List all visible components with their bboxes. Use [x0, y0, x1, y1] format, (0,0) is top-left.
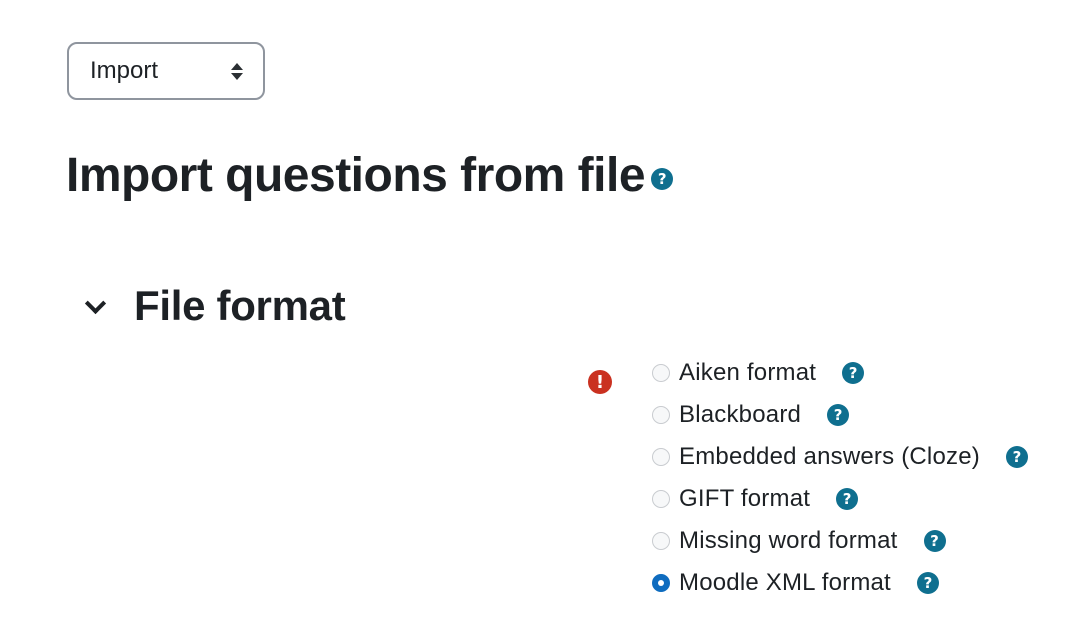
page-title-row: Import questions from file ? [66, 148, 674, 203]
question-circle-icon[interactable]: ? [1005, 446, 1028, 468]
radio-label[interactable]: Moodle XML format [679, 569, 891, 597]
question-circle-icon[interactable]: ? [916, 572, 939, 594]
file-format-radio-group: Aiken format ? Blackboard ? Embedded ans… [652, 352, 1028, 604]
radio-button[interactable] [652, 532, 670, 550]
format-option-blackboard[interactable]: Blackboard ? [652, 394, 1028, 436]
select-caret-icon [231, 62, 243, 80]
question-circle-icon[interactable]: ? [827, 404, 850, 426]
import-action-select[interactable]: Import [67, 42, 265, 100]
select-value: Import [90, 57, 159, 84]
format-option-gift[interactable]: GIFT format ? [652, 478, 1028, 520]
radio-button[interactable] [652, 406, 670, 424]
file-format-section-toggle[interactable]: File format [82, 282, 346, 330]
radio-label[interactable]: GIFT format [679, 485, 810, 513]
radio-label[interactable]: Missing word format [679, 527, 898, 555]
page-title: Import questions from file [66, 149, 646, 202]
question-circle-icon[interactable]: ? [836, 488, 859, 510]
radio-button[interactable] [652, 490, 670, 508]
format-option-moodle-xml[interactable]: Moodle XML format ? [652, 562, 1028, 604]
radio-button[interactable] [652, 448, 670, 466]
format-option-aiken[interactable]: Aiken format ? [652, 352, 1028, 394]
exclamation-circle-icon: ! [588, 370, 612, 394]
radio-label[interactable]: Embedded answers (Cloze) [679, 443, 980, 471]
chevron-down-icon[interactable] [82, 293, 108, 319]
radio-label[interactable]: Aiken format [679, 359, 816, 387]
format-option-missing-word[interactable]: Missing word format ? [652, 520, 1028, 562]
format-option-cloze[interactable]: Embedded answers (Cloze) ? [652, 436, 1028, 478]
radio-button-selected[interactable] [652, 574, 670, 592]
page: Import Import questions from file ? File… [0, 0, 1090, 624]
radio-button[interactable] [652, 364, 670, 382]
section-title: File format [134, 282, 346, 329]
question-circle-icon[interactable]: ? [923, 530, 946, 552]
question-circle-icon[interactable]: ? [651, 167, 674, 190]
question-circle-icon[interactable]: ? [842, 362, 865, 384]
radio-label[interactable]: Blackboard [679, 401, 801, 429]
